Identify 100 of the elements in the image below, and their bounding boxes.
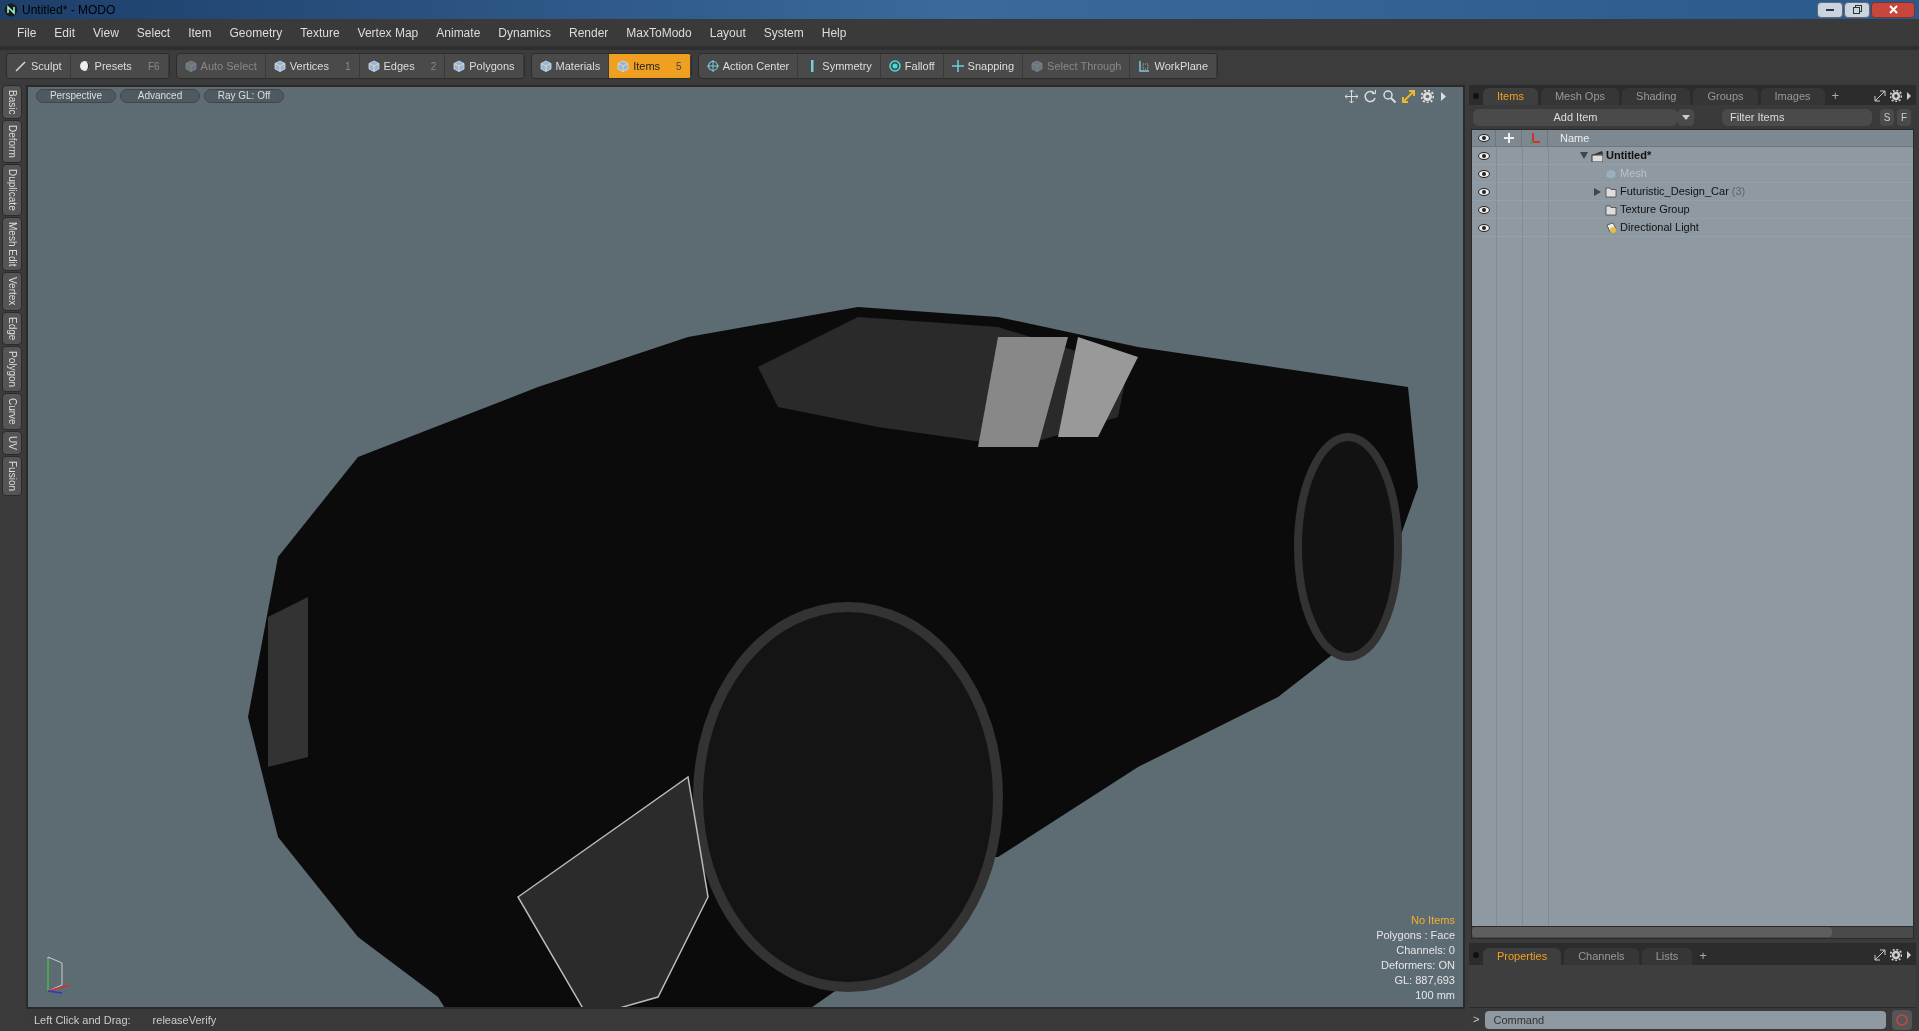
move-icon[interactable] [1345, 90, 1358, 103]
panel-tab[interactable]: Channels [1564, 948, 1639, 965]
panel-tab[interactable]: Groups [1693, 88, 1758, 105]
cube-icon [539, 60, 552, 72]
tree-item-label[interactable]: Texture Group [1620, 201, 1690, 218]
side-tab[interactable]: Vertex [2, 272, 22, 311]
panel-tab[interactable]: Items [1483, 88, 1538, 105]
tool-label: Action Center [722, 58, 790, 74]
eye-icon[interactable] [1478, 151, 1490, 160]
panel-tab[interactable]: Properties [1483, 948, 1562, 965]
command-field[interactable]: Command [1485, 1010, 1886, 1029]
toolbar-button[interactable]: WorkPlane [1130, 54, 1218, 78]
viewport-info-text: Channels: 0 [1396, 943, 1455, 958]
menu-item[interactable]: Help [812, 23, 856, 42]
panel-tab[interactable]: Lists [1641, 948, 1693, 965]
panel-tab[interactable]: Shading [1622, 88, 1691, 105]
viewport-tab[interactable]: Ray GL: Off [204, 89, 284, 103]
add-tab-button[interactable]: + [1827, 85, 1844, 105]
toolbar-button[interactable]: Presets F6 [70, 54, 169, 78]
filter-option-button[interactable]: F [1897, 108, 1911, 126]
horizontal-scrollbar[interactable] [1472, 927, 1832, 937]
side-tab[interactable]: Basic [2, 85, 22, 120]
tool-label: Auto Select [200, 58, 257, 74]
add-tab-button[interactable]: + [1695, 945, 1711, 965]
command-prompt: > [1473, 1012, 1480, 1028]
menu-item[interactable]: Animate [427, 23, 490, 42]
cube-icon [617, 60, 630, 72]
tool-label: Presets [94, 58, 132, 74]
viewport-tab[interactable]: Advanced [120, 89, 200, 103]
panel-tab[interactable]: Mesh Ops [1540, 88, 1620, 105]
filter-items-field[interactable]: Filter Items [1722, 108, 1872, 126]
settings-icon[interactable] [1421, 90, 1434, 103]
eye-icon[interactable] [1478, 187, 1490, 196]
side-tab[interactable]: Deform [2, 120, 22, 164]
close-button[interactable] [1871, 1, 1915, 18]
maximize-button[interactable] [1844, 1, 1870, 18]
tree-item-label[interactable]: Directional Light [1620, 219, 1699, 236]
eye-icon[interactable] [1478, 169, 1490, 178]
side-tab[interactable]: UV [2, 430, 22, 455]
play-icon[interactable] [1440, 90, 1447, 103]
toolbar-button[interactable]: Items 5 [609, 54, 691, 78]
viewport-info-text: Polygons : Face [1376, 928, 1455, 943]
tool-label: WorkPlane [1154, 58, 1209, 74]
menu-item[interactable]: Render [560, 23, 618, 42]
collapsed-arrow-icon[interactable] [1594, 187, 1601, 196]
axes-icon [1528, 132, 1541, 144]
menu-item[interactable]: Item [179, 23, 221, 42]
play-icon[interactable] [1906, 90, 1912, 102]
menu-item[interactable]: MaxToModo [617, 23, 701, 42]
side-tab[interactable]: Duplicate [2, 164, 22, 216]
eye-icon[interactable] [1478, 205, 1490, 214]
tree-item-label[interactable]: Futuristic_Design_Car [1620, 183, 1729, 200]
panel-tab[interactable]: Images [1760, 88, 1825, 105]
play-icon[interactable] [1906, 949, 1912, 961]
cube-icon [273, 60, 286, 72]
settings-icon[interactable] [1890, 949, 1902, 961]
menu-item[interactable]: Select [127, 23, 180, 42]
toolbar-button[interactable]: Snapping [943, 54, 1024, 78]
crosshair-icon [706, 60, 719, 72]
settings-icon[interactable] [1890, 90, 1902, 102]
toolbar-button[interactable]: Action Center [698, 54, 799, 78]
minimize-button[interactable] [1817, 1, 1843, 18]
plus-icon [951, 60, 964, 72]
viewport[interactable]: Perspective Advanced Ray GL: Off No Items Polygons : Face Channels: 0 Deformers: ON GL: 887,693 100 mm [26, 85, 1465, 1009]
maximize-panel-icon[interactable] [1874, 90, 1886, 102]
side-tab[interactable]: Fusion [2, 455, 22, 496]
side-tab[interactable]: Edge [2, 311, 22, 346]
side-tab[interactable]: Polygon [2, 346, 22, 393]
menu-item[interactable]: Texture [291, 23, 349, 42]
expand-icon[interactable] [1402, 90, 1415, 103]
shortcut-label: 5 [676, 59, 682, 74]
folder-icon [1605, 203, 1617, 216]
viewport-info-text: Deformers: ON [1381, 958, 1455, 973]
rotate-icon[interactable] [1364, 90, 1377, 103]
menu-item[interactable]: Dynamics [489, 23, 560, 42]
menu-item[interactable]: Vertex Map [348, 23, 428, 42]
tree-item-label[interactable]: Untitled* [1606, 147, 1652, 164]
menu-item[interactable]: File [8, 23, 46, 42]
eye-icon[interactable] [1478, 223, 1490, 232]
add-item-button[interactable]: Add Item [1473, 108, 1678, 126]
toolbar-button[interactable]: Sculpt [7, 54, 71, 78]
menu-item[interactable]: Edit [45, 23, 85, 42]
side-tab[interactable]: Curve [2, 393, 22, 430]
menu-item[interactable]: View [84, 23, 128, 42]
expanded-arrow-icon[interactable] [1580, 152, 1588, 159]
menu-item[interactable]: System [754, 23, 813, 42]
toolbar-button[interactable]: Symmetry [798, 54, 881, 78]
tool-label: Materials [555, 58, 601, 74]
dropdown-button[interactable] [1678, 108, 1694, 126]
search-icon[interactable] [1383, 90, 1396, 103]
menu-item[interactable]: Layout [700, 23, 755, 42]
filter-option-button[interactable]: S [1880, 108, 1894, 126]
maximize-panel-icon[interactable] [1874, 949, 1886, 961]
menu-item[interactable]: Geometry [220, 23, 292, 42]
tool-label: Sculpt [31, 58, 62, 74]
viewport-tab[interactable]: Perspective [36, 89, 116, 103]
toolbar-button[interactable]: Polygons [445, 54, 524, 78]
side-tab[interactable]: Mesh Edit [2, 216, 22, 272]
toolbar-button[interactable]: Falloff [880, 54, 944, 78]
lock-cross-icon [1502, 132, 1515, 144]
